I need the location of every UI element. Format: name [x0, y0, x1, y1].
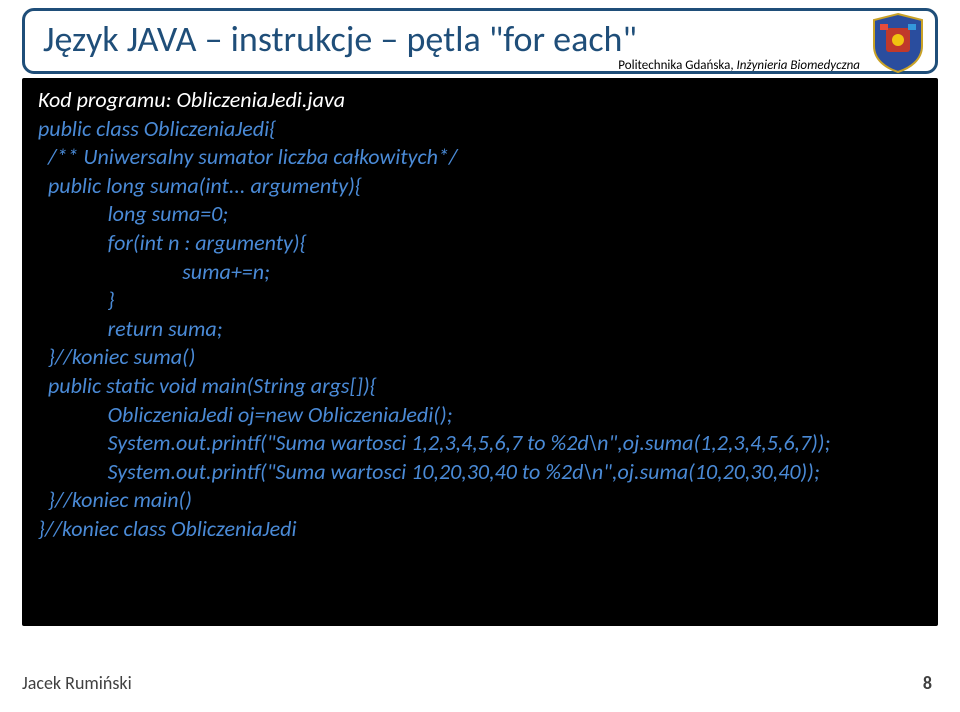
institution-subheader: Politechnika Gdańska, Inżynieria Biomedy… [618, 58, 860, 73]
department-name: Inżynieria Biomedyczna [737, 58, 860, 73]
institution-name: Politechnika Gdańska, [618, 58, 736, 73]
code-line: suma+=n; [38, 258, 922, 287]
code-line: public static void main(String args[]){ [38, 372, 922, 401]
code-line: } [38, 286, 922, 315]
page-number: 8 [923, 672, 932, 694]
code-line: ObliczeniaJedi oj=new ObliczeniaJedi(); [38, 401, 922, 430]
code-line: }//koniec suma() [38, 343, 922, 372]
code-block: Kod programu: ObliczeniaJedi.javapublic … [22, 78, 938, 626]
slide-title: Język JAVA – instrukcje – pętla "for eac… [43, 17, 917, 61]
code-line: System.out.printf("Suma wartosci 1,2,3,4… [38, 429, 922, 458]
author-name: Jacek Rumiński [22, 672, 132, 694]
code-line: for(int n : argumenty){ [38, 229, 922, 258]
code-line: Kod programu: ObliczeniaJedi.java [38, 86, 922, 115]
code-line: }//koniec main() [38, 486, 922, 515]
code-line: return suma; [38, 315, 922, 344]
code-line: /** Uniwersalny sumator liczba całkowity… [38, 143, 922, 172]
university-crest-icon [866, 10, 930, 74]
code-line: public class ObliczeniaJedi{ [38, 115, 922, 144]
code-line: }//koniec class ObliczeniaJedi [38, 515, 922, 544]
code-line: long suma=0; [38, 200, 922, 229]
code-line: System.out.printf("Suma wartosci 10,20,3… [38, 458, 922, 487]
code-line: public long suma(int... argumenty){ [38, 172, 922, 201]
